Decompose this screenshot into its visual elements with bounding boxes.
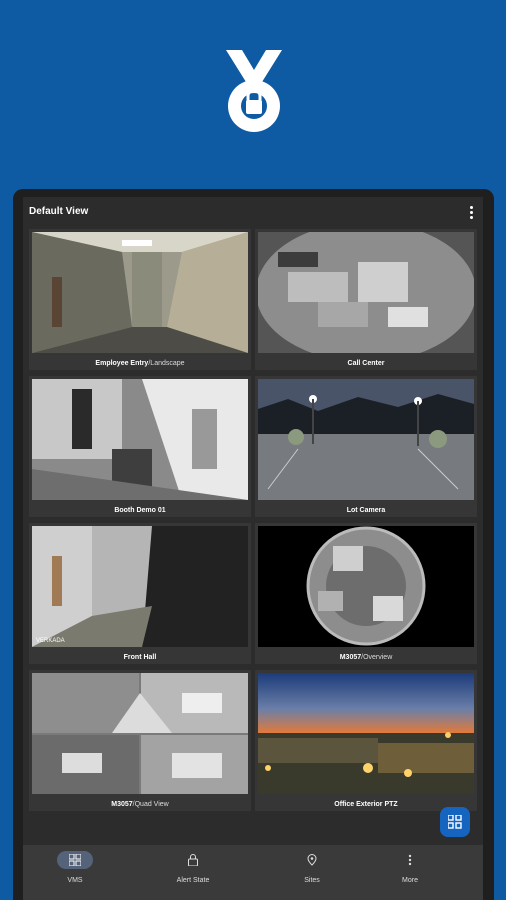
camera-feed: [258, 379, 474, 500]
camera-feed: [32, 232, 248, 353]
camera-tile-m3057-overview[interactable]: M3057/Overview: [255, 523, 477, 664]
camera-tile-office-exterior-ptz[interactable]: Office Exterior PTZ: [255, 670, 477, 811]
camera-name: M3057: [339, 654, 362, 661]
camera-feed: [258, 232, 474, 353]
camera-tile-employee-entry[interactable]: Employee Entry/Landscape: [29, 229, 251, 370]
bottom-navigation: VMS Alert State Sites More: [23, 845, 483, 900]
view-title: Default View: [29, 206, 89, 217]
more-vertical-icon: [392, 851, 428, 869]
view-header: Default View: [23, 197, 483, 229]
camera-feed: [258, 673, 474, 794]
vms-lock-logo-icon: [222, 48, 286, 136]
watermark-text: VERKADA: [36, 638, 65, 644]
camera-alt-name: Quad View: [134, 801, 169, 808]
more-vertical-icon[interactable]: [465, 205, 477, 219]
camera-tile-booth-demo[interactable]: Booth Demo 01: [29, 376, 251, 517]
nav-label: Alert State: [176, 877, 210, 884]
camera-alt-name: Overview: [363, 654, 393, 661]
camera-tile-front-hall[interactable]: VERKADA Front Hall: [29, 523, 251, 664]
camera-alt-name: Landscape: [150, 360, 185, 367]
camera-name: Front Hall: [123, 654, 157, 661]
app-screen: Default View Employee Entry/Landscape Ca…: [23, 197, 483, 900]
grid-view-icon: [448, 815, 462, 829]
camera-name: M3057: [111, 801, 133, 808]
camera-name: Call Center: [347, 360, 385, 367]
nav-label: VMS: [67, 877, 83, 884]
nav-sites[interactable]: Sites: [267, 851, 357, 896]
camera-tile-lot-camera[interactable]: Lot Camera: [255, 376, 477, 517]
camera-tile-call-center[interactable]: Call Center: [255, 229, 477, 370]
camera-feed: [32, 379, 248, 500]
nav-vms[interactable]: VMS: [30, 851, 120, 896]
nav-alert-state[interactable]: Alert State: [148, 851, 238, 896]
camera-name: Lot Camera: [346, 507, 386, 514]
nav-label: Sites: [304, 877, 320, 884]
camera-name: Employee Entry: [95, 360, 149, 367]
grid-icon: [57, 851, 93, 869]
nav-label: More: [402, 877, 418, 884]
camera-name: Office Exterior PTZ: [334, 801, 398, 808]
grid-view-button[interactable]: [440, 807, 470, 837]
nav-more[interactable]: More: [365, 851, 455, 896]
camera-name: Booth Demo 01: [114, 507, 166, 514]
camera-feed: [32, 673, 248, 794]
camera-feed: VERKADA: [32, 526, 248, 647]
location-pin-icon: [294, 851, 330, 869]
camera-feed: [258, 526, 474, 647]
camera-tile-m3057-quad[interactable]: M3057/Quad View: [29, 670, 251, 811]
lock-icon: [175, 851, 211, 869]
tablet-frame: Default View Employee Entry/Landscape Ca…: [13, 189, 494, 900]
